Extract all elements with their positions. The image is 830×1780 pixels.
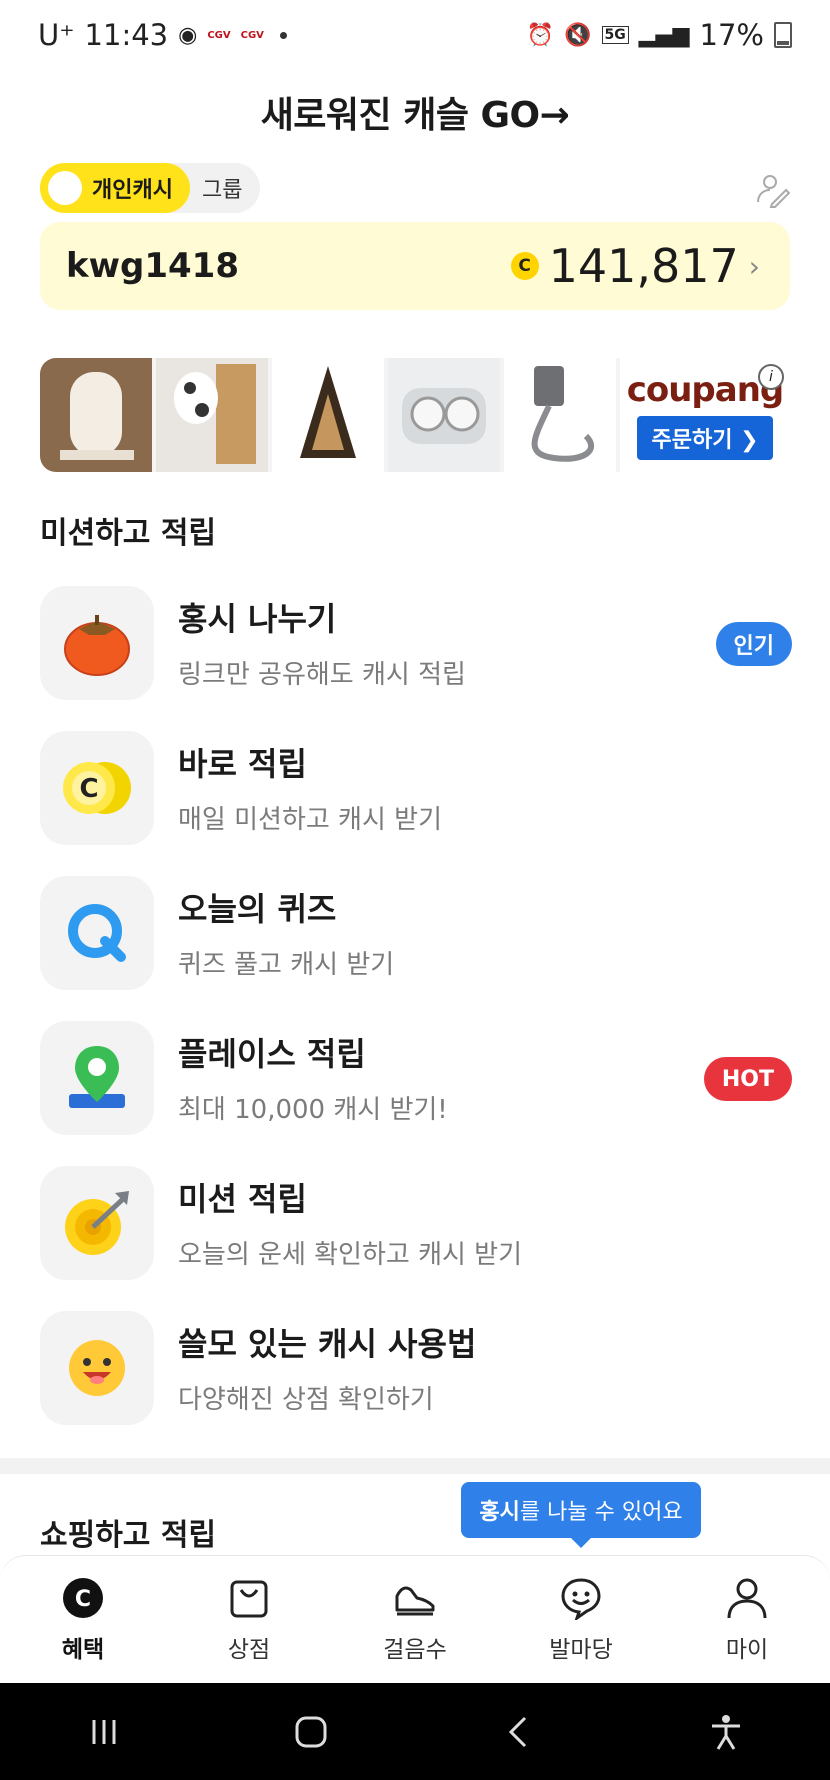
mission-subtitle: 링크만 공유해도 캐시 적립 bbox=[178, 660, 466, 690]
mission-title: 오늘의 퀴즈 bbox=[178, 890, 337, 928]
shopping-section-title: 쇼핑하고 적립 bbox=[40, 1518, 217, 1553]
recent-apps-icon[interactable] bbox=[84, 1712, 124, 1752]
toggle-knob bbox=[48, 171, 82, 205]
group-cash-tab[interactable]: 그룹 bbox=[190, 172, 242, 204]
nav-label: 걸음수 bbox=[383, 1637, 447, 1663]
mission-title: 바로 적립 bbox=[178, 745, 307, 783]
hot-badge: HOT bbox=[703, 1057, 792, 1101]
mission-title: 쓸모 있는 캐시 사용법 bbox=[178, 1325, 477, 1363]
user-id: kwg1418 bbox=[66, 246, 239, 286]
svg-text:C: C bbox=[75, 1587, 91, 1612]
coin-icon: C bbox=[40, 731, 154, 845]
nav-my[interactable]: 마이 bbox=[677, 1576, 817, 1664]
person-icon bbox=[727, 1578, 767, 1619]
mission-item-instant[interactable]: C 바로 적립 매일 미션하고 캐시 받기 bbox=[40, 731, 790, 876]
mission-subtitle: 최대 10,000 캐시 받기! bbox=[178, 1095, 448, 1125]
nav-store[interactable]: 상점 bbox=[179, 1576, 319, 1664]
mission-item-place[interactable]: 플레이스 적립 최대 10,000 캐시 받기! HOT bbox=[40, 1021, 792, 1166]
mission-subtitle: 오늘의 운세 확인하고 캐시 받기 bbox=[178, 1240, 523, 1270]
mission-title: 미션 적립 bbox=[178, 1180, 307, 1218]
chevron-right-icon: › bbox=[748, 249, 760, 283]
cash-balance-card[interactable]: kwg1418 C 141,817 › bbox=[40, 222, 790, 310]
mission-item-missions[interactable]: 미션 적립 오늘의 운세 확인하고 캐시 받기 bbox=[40, 1166, 790, 1311]
quiz-icon bbox=[40, 876, 154, 990]
nav-community[interactable]: 발마당 bbox=[511, 1576, 651, 1664]
chat-smile-icon bbox=[561, 1578, 601, 1620]
popular-badge: 인기 bbox=[715, 622, 792, 666]
earbuds-product-image[interactable] bbox=[388, 358, 500, 472]
mission-item-quiz[interactable]: 오늘의 퀴즈 퀴즈 풀고 캐시 받기 bbox=[40, 876, 790, 1021]
personal-cash-label: 개인캐시 bbox=[92, 178, 173, 203]
mission-item-cash-tips[interactable]: 쓸모 있는 캐시 사용법 다양해진 상점 확인하기 bbox=[40, 1311, 790, 1456]
mission-subtitle: 매일 미션하고 캐시 받기 bbox=[178, 805, 442, 835]
cgv-notification-icon: CGV bbox=[207, 29, 231, 41]
triangle-stand-product-image[interactable] bbox=[272, 358, 384, 472]
tooltip-bold-text: 홍시 bbox=[479, 1500, 520, 1525]
cash-amount: 141,817 bbox=[548, 239, 739, 293]
nav-label: 마이 bbox=[725, 1637, 769, 1663]
mission-title: 플레이스 적립 bbox=[178, 1035, 366, 1073]
coin-icon: C bbox=[510, 252, 539, 280]
mission-title: 홍시 나누기 bbox=[178, 600, 337, 638]
profile-edit-icon[interactable] bbox=[754, 172, 790, 208]
cat-scratcher-product-image[interactable] bbox=[156, 358, 268, 472]
svg-text:C: C bbox=[79, 774, 98, 804]
network-type-icon: 5G bbox=[601, 26, 629, 44]
tooltip-text: 를 나눌 수 있어요 bbox=[519, 1500, 683, 1525]
system-navigation-bar bbox=[0, 1683, 830, 1780]
coupang-ad-banner[interactable]: i coupang 주문하기 ❯ bbox=[40, 358, 790, 472]
coupang-ad-tile[interactable]: i coupang 주문하기 ❯ bbox=[620, 358, 790, 472]
carrier-label: U⁺ bbox=[38, 18, 75, 52]
clock: 11:43 bbox=[84, 18, 169, 52]
more-notifications-icon bbox=[279, 31, 287, 39]
nav-benefits[interactable]: C 혜택 bbox=[13, 1576, 153, 1664]
mission-subtitle: 퀴즈 풀고 캐시 받기 bbox=[178, 950, 395, 980]
persimmon-icon bbox=[40, 586, 154, 700]
mission-item-persimmon[interactable]: 홍시 나누기 링크만 공유해도 캐시 적립 인기 bbox=[40, 586, 792, 731]
back-icon[interactable] bbox=[499, 1712, 539, 1752]
ad-info-icon[interactable]: i bbox=[758, 364, 784, 390]
order-button[interactable]: 주문하기 ❯ bbox=[637, 416, 773, 460]
missions-section-title: 미션하고 적립 bbox=[40, 516, 217, 551]
cgv-notification-icon-2: CGV bbox=[240, 29, 264, 41]
castle-banner-link[interactable]: 새로워진 캐슬 GO→ bbox=[0, 86, 830, 138]
mute-icon: 🔇 bbox=[564, 22, 592, 48]
share-tooltip[interactable]: 홍시 를 나눌 수 있어요 bbox=[461, 1482, 701, 1548]
nav-steps[interactable]: 걸음수 bbox=[345, 1576, 485, 1664]
alarm-icon: ⏰ bbox=[526, 22, 555, 48]
nav-label: 상점 bbox=[227, 1637, 271, 1663]
cash-type-toggle[interactable]: 개인캐시 그룹 bbox=[40, 163, 260, 213]
personal-cash-tab[interactable]: 개인캐시 bbox=[40, 163, 190, 213]
battery-percent: 17% bbox=[699, 18, 764, 52]
bottom-navigation: C 혜택 상점 걸음수 발마당 마이 bbox=[0, 1555, 830, 1684]
sneaker-icon bbox=[395, 1586, 435, 1616]
shopping-bag-icon bbox=[230, 1580, 268, 1618]
coin-c-icon: C bbox=[63, 1578, 103, 1618]
mission-list: 홍시 나누기 링크만 공유해도 캐시 적립 인기 C 바로 적립 매일 미션하고… bbox=[40, 586, 792, 1456]
whiteboard-product-image[interactable] bbox=[40, 358, 152, 472]
usb-cable-product-image[interactable] bbox=[504, 358, 616, 472]
home-icon[interactable] bbox=[291, 1712, 331, 1752]
aperture-icon: ◉ bbox=[178, 22, 198, 48]
mission-subtitle: 다양해진 상점 확인하기 bbox=[178, 1385, 434, 1415]
smiley-icon bbox=[40, 1311, 154, 1425]
target-icon bbox=[40, 1166, 154, 1280]
section-divider bbox=[0, 1458, 830, 1474]
nav-label: 발마당 bbox=[549, 1637, 613, 1663]
signal-icon: ▂▄▆ bbox=[638, 22, 690, 48]
battery-icon bbox=[774, 22, 792, 48]
map-pin-icon bbox=[40, 1021, 154, 1135]
accessibility-icon[interactable] bbox=[706, 1712, 746, 1752]
status-bar: U⁺ 11:43 ◉ CGV CGV ⏰ 🔇 5G ▂▄▆ 17% bbox=[0, 0, 830, 70]
nav-label: 혜택 bbox=[61, 1637, 105, 1663]
